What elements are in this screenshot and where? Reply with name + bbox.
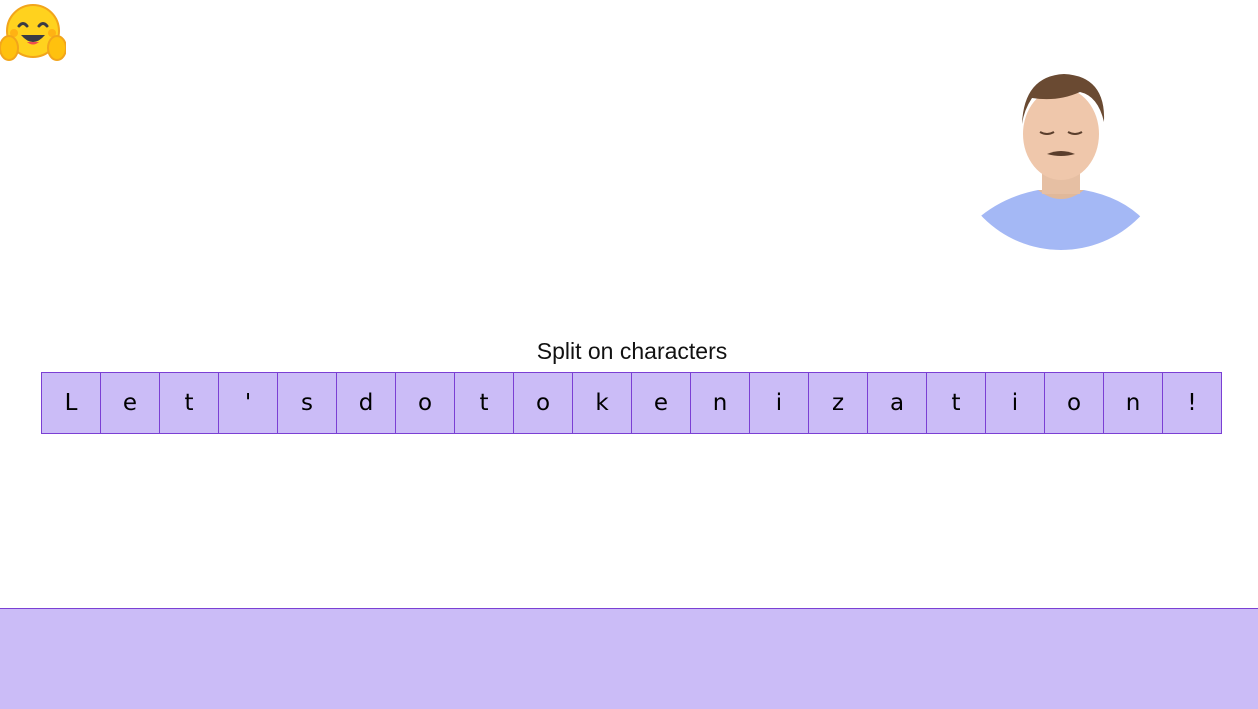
slide-title: Split on characters (536, 338, 728, 364)
token-box: e (101, 373, 160, 433)
presenter-video (976, 74, 1144, 250)
token-box: d (337, 373, 396, 433)
token-box: t (160, 373, 219, 433)
token-box: n (691, 373, 750, 433)
token-box: t (455, 373, 514, 433)
token-box: z (809, 373, 868, 433)
token-box: L (42, 373, 101, 433)
hugging-face-logo-icon (0, 4, 66, 61)
token-box: a (868, 373, 927, 433)
token-box: ! (1187, 390, 1197, 416)
bottom-caption-band (0, 608, 1258, 709)
token-row: L e t ' s d o t o k e n i z a t i o n ! (41, 372, 1222, 434)
token-box: s (278, 373, 337, 433)
token-box: t (927, 373, 986, 433)
token-box: i (986, 373, 1045, 433)
token-box: o (1045, 373, 1104, 433)
token-box: ' (219, 373, 278, 433)
token-box: n (1104, 373, 1163, 433)
token-box: o (514, 373, 573, 433)
token-box: o (396, 373, 455, 433)
token-box: e (632, 373, 691, 433)
token-box: k (573, 373, 632, 433)
token-box: i (750, 373, 809, 433)
